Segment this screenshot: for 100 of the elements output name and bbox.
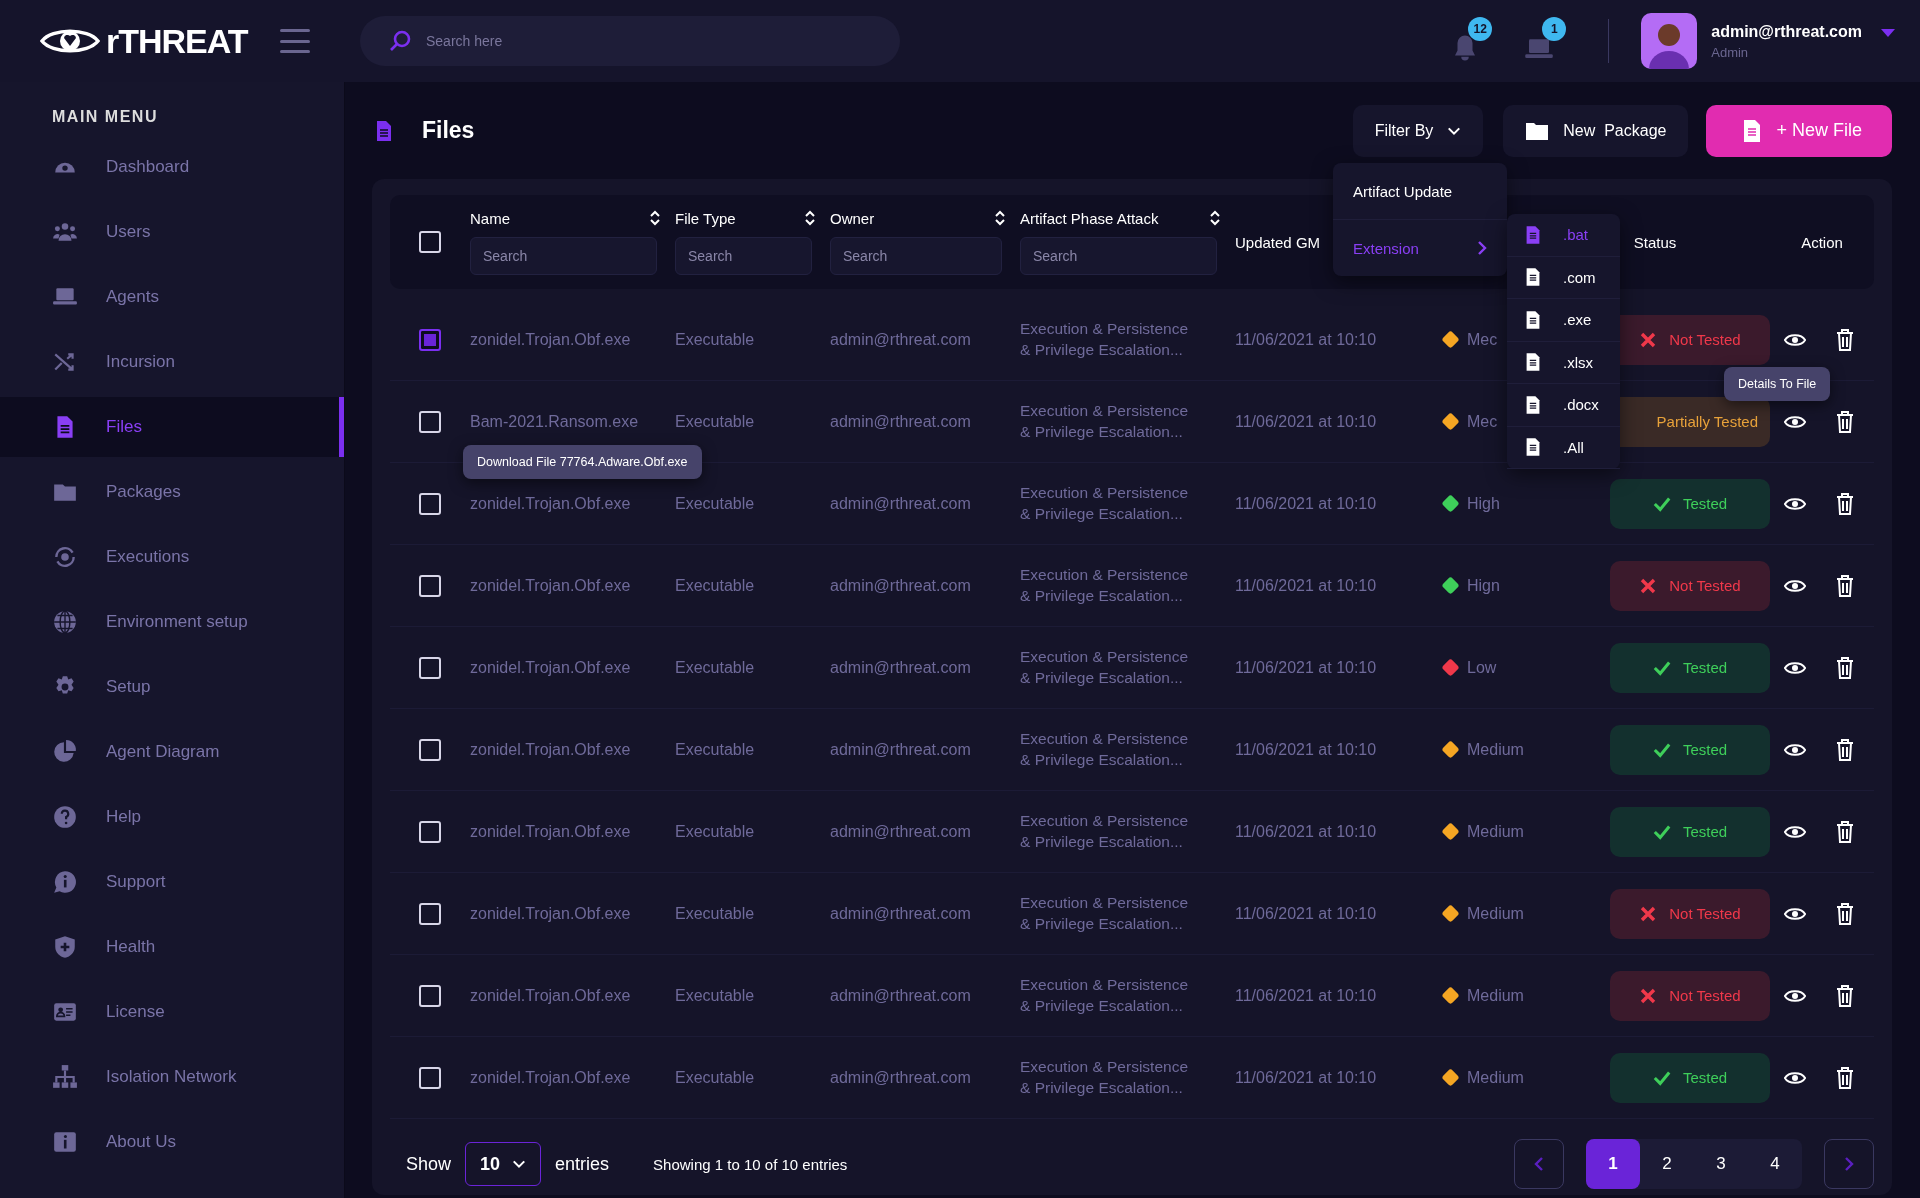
sidebar-item[interactable]: Agent Diagram — [0, 722, 344, 782]
delete-icon[interactable] — [1836, 656, 1854, 679]
view-icon[interactable] — [1784, 495, 1806, 512]
column-header: Updated GM — [1235, 233, 1321, 251]
sidebar-item[interactable]: Isolation Network — [0, 1047, 344, 1107]
table-cell: admin@rthreat.com — [830, 658, 971, 677]
delete-icon[interactable] — [1836, 902, 1854, 925]
document-icon — [1525, 394, 1541, 415]
page-button[interactable]: 2 — [1640, 1139, 1694, 1189]
column-search-field[interactable]: Search — [675, 237, 812, 275]
status-badge: Not Tested — [1610, 888, 1770, 939]
menu-item[interactable]: .com — [1507, 256, 1620, 299]
avatar[interactable] — [1641, 13, 1698, 69]
column-search-field[interactable]: Search — [830, 237, 1002, 275]
menu-item[interactable]: .xlsx — [1507, 341, 1620, 384]
view-icon[interactable] — [1784, 823, 1806, 840]
menu-item[interactable]: .All — [1507, 426, 1620, 469]
delete-icon[interactable] — [1836, 328, 1854, 351]
sidebar-item[interactable]: About Us — [0, 1112, 344, 1172]
table-cell-text: Execution & Persistence & Privilege Escalation... — [1020, 728, 1188, 770]
search-field[interactable]: Search here — [360, 16, 900, 66]
sidebar-item[interactable]: Dashboard — [0, 137, 344, 197]
view-icon[interactable] — [1784, 1069, 1806, 1086]
file-name[interactable]: Bam-2021.Ransom.exe — [470, 412, 639, 431]
table-cell: 11/06/2021 at 10:10 — [1235, 412, 1377, 431]
priority-label: Medium — [1467, 904, 1524, 923]
menu-item[interactable]: Artifact Update — [1333, 163, 1507, 220]
page-size-dropdown[interactable]: 10 — [465, 1142, 542, 1186]
delete-icon[interactable] — [1836, 738, 1854, 761]
sidebar-item[interactable]: Health — [0, 917, 344, 977]
view-icon[interactable] — [1784, 659, 1806, 676]
sidebar-item[interactable]: Environment setup — [0, 592, 344, 652]
sidebar-item[interactable]: Setup — [0, 657, 344, 717]
priority-label: Mec — [1467, 330, 1498, 349]
view-icon[interactable] — [1784, 331, 1806, 348]
sort-icon[interactable] — [1209, 209, 1221, 227]
file-name[interactable]: zonidel.Trojan.Obf.exe — [470, 904, 631, 923]
file-name[interactable]: zonidel.Trojan.Obf.exe — [470, 576, 631, 595]
view-icon[interactable] — [1784, 413, 1806, 430]
table-cell: 11/06/2021 at 10:10 — [1235, 822, 1377, 841]
show-label: Show — [406, 1153, 452, 1175]
delete-icon[interactable] — [1836, 574, 1854, 597]
menu-item[interactable]: .docx — [1507, 384, 1620, 427]
page-button[interactable]: 4 — [1748, 1139, 1802, 1189]
file-name[interactable]: zonidel.Trojan.Obf.exe — [470, 330, 631, 349]
table-cell-text: Execution & Persistence & Privilege Escalation... — [1020, 400, 1188, 442]
menu-icon[interactable] — [280, 29, 310, 53]
table-cell: Executable — [675, 740, 755, 759]
sidebar-item[interactable]: Users — [0, 202, 344, 262]
sort-icon[interactable] — [994, 209, 1006, 227]
sidebar-item[interactable]: Packages — [0, 462, 344, 522]
sidebar-item[interactable]: Incursion — [0, 332, 344, 392]
cycle-icon — [52, 544, 78, 570]
column-search-field[interactable]: Search — [1020, 237, 1217, 275]
column-header[interactable]: Artifact Phase Attack — [1020, 209, 1159, 227]
delete-icon[interactable] — [1836, 820, 1854, 843]
view-icon[interactable] — [1784, 905, 1806, 922]
sidebar-item[interactable]: Executions — [0, 527, 344, 587]
delete-icon[interactable] — [1836, 984, 1854, 1007]
file-name[interactable]: zonidel.Trojan.Obf.exe — [470, 986, 631, 1005]
page-button[interactable]: 1 — [1586, 1139, 1640, 1189]
delete-icon[interactable] — [1836, 492, 1854, 515]
menu-item[interactable]: Extension — [1333, 220, 1507, 276]
sidebar-item[interactable]: Help — [0, 787, 344, 847]
filter-dropdown[interactable]: Filter By — [1352, 104, 1484, 157]
sidebar-item[interactable]: Support — [0, 852, 344, 912]
globe-icon — [52, 609, 78, 635]
sidebar-item[interactable]: Agents — [0, 267, 344, 327]
priority-label: Hign — [1467, 576, 1500, 595]
delete-icon[interactable] — [1836, 410, 1854, 433]
view-icon[interactable] — [1784, 741, 1806, 758]
new-file-button[interactable]: + New File — [1706, 104, 1892, 157]
column-header[interactable]: Owner — [830, 209, 875, 227]
file-name[interactable]: zonidel.Trojan.Obf.exe — [470, 740, 631, 759]
table-cell: Executable — [675, 904, 755, 923]
sidebar-item[interactable]: Files — [0, 397, 344, 457]
column-header[interactable]: File Type — [675, 209, 736, 227]
delete-icon[interactable] — [1836, 1066, 1854, 1089]
file-name[interactable]: zonidel.Trojan.Obf.exe — [470, 822, 631, 841]
file-name[interactable]: zonidel.Trojan.Obf.exe — [470, 1068, 631, 1087]
menu-item[interactable]: .bat — [1507, 214, 1620, 257]
page-button[interactable]: 3 — [1694, 1139, 1748, 1189]
sidebar-item[interactable]: License — [0, 982, 344, 1042]
check-icon — [1652, 823, 1671, 840]
file-name[interactable]: zonidel.Trojan.Obf.exe — [470, 658, 631, 677]
view-icon[interactable] — [1784, 987, 1806, 1004]
column-header[interactable]: Name — [470, 209, 510, 227]
menu-item[interactable]: .exe — [1507, 299, 1620, 342]
column-search-field[interactable]: Search — [470, 237, 657, 275]
table-cell: admin@rthreat.com — [830, 986, 971, 1005]
file-name[interactable]: zonidel.Trojan.Obf.exe — [470, 494, 631, 513]
view-icon[interactable] — [1784, 577, 1806, 594]
sort-icon[interactable] — [804, 209, 816, 227]
new-package-button[interactable]: New Package — [1503, 104, 1689, 157]
chevron-icon — [1534, 1156, 1544, 1172]
caret-icon[interactable] — [1880, 28, 1896, 38]
sort-icon[interactable] — [649, 209, 661, 227]
priority-label: Medium — [1467, 740, 1524, 759]
checkbox[interactable] — [419, 328, 441, 351]
logo-text: rTHREAT — [106, 21, 248, 61]
